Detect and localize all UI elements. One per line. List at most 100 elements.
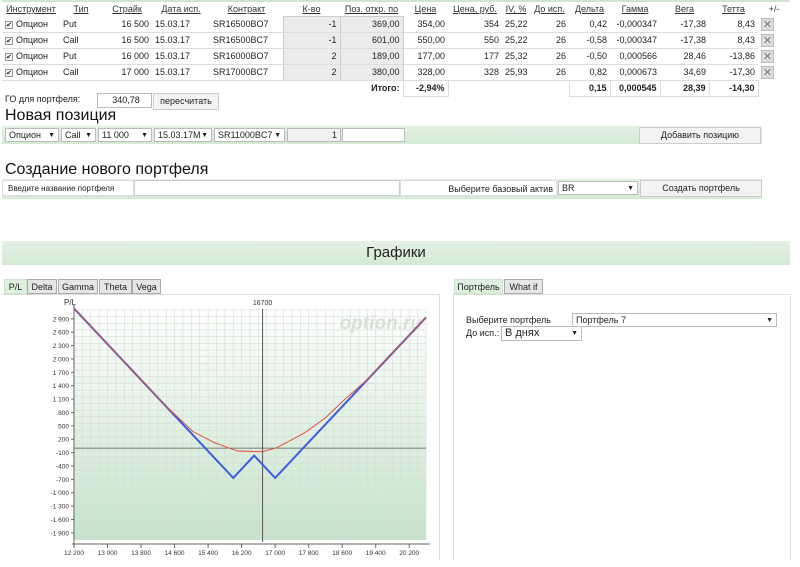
total-delta: 0,15 <box>568 79 611 97</box>
qty-value: -1 <box>328 19 337 29</box>
instrument-value: Опцион <box>16 18 49 29</box>
column-header[interactable]: Инструмент <box>2 0 60 16</box>
tab-theta[interactable]: Theta <box>99 279 132 294</box>
cell-iv: 25,22 <box>502 32 530 49</box>
iv-value: 25,22 <box>505 35 528 45</box>
instrument-select[interactable]: Опцион ▼ <box>5 128 59 142</box>
iv-value: 25,93 <box>505 67 528 77</box>
expiration-select[interactable]: В днях ▼ <box>501 326 582 341</box>
column-header[interactable]: Дата исп. <box>152 0 210 16</box>
price_rub-value: 328 <box>483 67 499 77</box>
theta-value: -17,30 <box>729 67 755 77</box>
cell-open[interactable]: 369,00 <box>339 15 404 33</box>
column-header[interactable]: Вега <box>660 0 709 16</box>
delete-cell: ✕ <box>758 16 790 32</box>
cell-delta: 0,82 <box>569 64 610 81</box>
tab-vega[interactable]: Vega <box>132 279 161 294</box>
iv-value: 25,22 <box>505 18 528 29</box>
checkbox[interactable]: ✔ <box>5 20 13 29</box>
type-value: Put <box>63 18 77 29</box>
price_rub-value: 550 <box>483 35 499 45</box>
positions-table: Инструмент Тип Страйк Дата исп. Контракт К-во… <box>2 0 790 97</box>
tab-delta[interactable]: Delta <box>27 279 57 294</box>
strike-value: 16 500 <box>121 18 149 29</box>
cell-iv: 25,22 <box>502 16 530 33</box>
column-header[interactable]: Контракт <box>210 0 283 16</box>
column-header[interactable]: Тип <box>60 0 102 16</box>
date-value: 15.03.17 <box>155 51 191 61</box>
column-header[interactable]: Поз. откр. по <box>340 0 403 16</box>
cell-delta: -0,58 <box>569 32 610 49</box>
dropdown-arrow-icon: ▼ <box>274 132 281 139</box>
cell-contract: SR16500BO7 <box>210 16 283 33</box>
column-header[interactable]: Дельта <box>569 0 610 16</box>
cell-price_rub: 328 <box>448 64 502 81</box>
go-value[interactable]: 340,78 <box>97 93 152 108</box>
x-tick-label: 16 200 <box>232 550 252 557</box>
column-header[interactable]: Гамма <box>610 0 660 16</box>
table-row: ✔ Опцион Put 16 500 15.03.17 SR16500BO7 -1 369,… <box>2 15 790 33</box>
y-tick-label: 2 000 <box>53 356 70 363</box>
x-tick-label: 15 400 <box>198 550 218 557</box>
tab-gamma[interactable]: Gamma <box>58 279 98 294</box>
column-header[interactable]: Тетта <box>709 0 758 16</box>
cell-qty[interactable]: 2 <box>282 47 341 65</box>
checkbox[interactable]: ✔ <box>5 37 13 45</box>
column-header[interactable]: Цена <box>403 0 448 16</box>
total-cell <box>530 80 569 96</box>
base-asset-select[interactable]: BR ▼ <box>558 181 638 195</box>
y-tick-label: 1 400 <box>53 383 70 390</box>
y-tick-label: -1 600 <box>51 517 70 524</box>
cell-open[interactable]: 189,00 <box>339 47 404 65</box>
cell-price_rub: 177 <box>448 48 502 65</box>
cell-price: 177,00 <box>403 48 448 65</box>
cell-days: 26 <box>530 64 569 81</box>
portfolio-name-label: Введите название портфеля <box>2 180 134 196</box>
qty-value: -1 <box>328 35 337 45</box>
cell-qty[interactable]: -1 <box>282 15 341 33</box>
cell-open[interactable]: 380,00 <box>339 63 404 81</box>
column-header[interactable]: К-во <box>283 0 340 16</box>
tab-pl[interactable]: P/L <box>4 279 27 294</box>
contract-select[interactable]: ▼ SR11000BC7 <box>214 128 285 142</box>
total-cell <box>210 80 283 96</box>
strike-value: 17 000 <box>121 67 149 77</box>
checkbox[interactable]: ✔ <box>5 69 13 77</box>
cell-date: 15.03.17 <box>152 64 210 81</box>
cell-qty[interactable]: -1 <box>282 31 341 49</box>
dropdown-arrow-icon: ▼ <box>571 330 578 337</box>
cell-open[interactable]: 601,00 <box>339 31 404 49</box>
qty-value: 2 <box>331 51 337 61</box>
column-header[interactable]: Страйк <box>102 0 152 16</box>
cell-price: 328,00 <box>403 64 448 81</box>
column-header[interactable]: До исп. <box>530 0 569 16</box>
delete-icon[interactable]: ✕ <box>761 17 774 31</box>
strike-select[interactable]: 11 000 ▼ <box>98 128 152 142</box>
column-header[interactable]: Цена, руб. <box>448 0 502 16</box>
instrument-value: Опцион <box>16 67 49 77</box>
column-header[interactable]: IV, % <box>502 0 530 16</box>
vega-value: 34,69 <box>683 67 706 77</box>
delete-icon[interactable]: ✕ <box>761 49 774 63</box>
x-tick-label: 14 600 <box>165 550 185 557</box>
add-position-button[interactable]: Добавить позицию <box>639 127 761 144</box>
checkbox[interactable]: ✔ <box>5 53 13 61</box>
qty-input[interactable]: 1 <box>287 128 341 142</box>
select-portfolio-label: Выберите портфель <box>466 315 551 325</box>
delete-cell: ✕ <box>758 64 790 80</box>
new-position-title: Новая позиция <box>5 107 117 124</box>
create-portfolio-button[interactable]: Создать портфель <box>640 180 762 197</box>
tab-what-if[interactable]: What if <box>504 279 543 294</box>
type-select[interactable]: Call ▼ <box>61 128 96 142</box>
recalc-button[interactable]: пересчитать <box>153 93 219 110</box>
cell-vega: -17,38 <box>660 16 709 33</box>
portfolio-name-input[interactable] <box>134 180 400 196</box>
portfolio-select[interactable]: Портфель 7 ▼ <box>572 313 777 327</box>
cell-qty[interactable]: 2 <box>282 63 341 81</box>
delete-icon[interactable]: ✕ <box>761 65 774 79</box>
date-select[interactable]: ▼ 15.03.17М <box>154 128 212 142</box>
price-input[interactable] <box>342 128 405 142</box>
tab-portfolio[interactable]: Портфель <box>454 279 503 294</box>
y-tick-label: -1 000 <box>51 490 70 497</box>
delete-icon[interactable]: ✕ <box>761 33 774 47</box>
